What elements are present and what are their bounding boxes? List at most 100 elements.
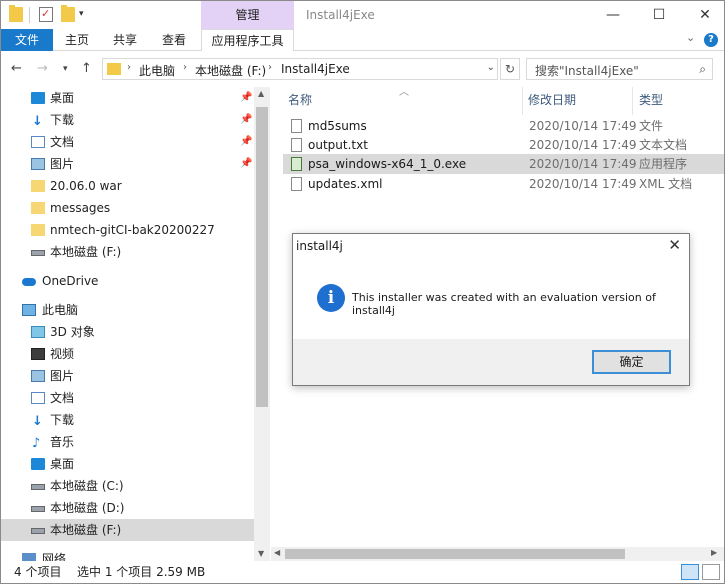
tab-view[interactable]: 查看 (154, 29, 194, 51)
tab-application-tools[interactable]: 应用程序工具 (201, 29, 294, 52)
details-view-icon[interactable] (681, 564, 699, 580)
search-icon: ⌕ (699, 62, 706, 76)
new-folder-icon[interactable] (61, 5, 75, 22)
nav-item-folder-20060-war[interactable]: 20.06.0 war (1, 175, 254, 197)
nav-item-folder-nmtech[interactable]: nmtech-gitCI-bak20200227 (1, 219, 254, 241)
forward-icon[interactable]: → (37, 61, 48, 76)
nav-item-folder-messages[interactable]: messages (1, 197, 254, 219)
file-row-selected[interactable]: psa_windows-x64_1_0.exe 2020/10/14 17:49… (283, 154, 724, 174)
nav-pane-scrollbar[interactable]: ▲ ▼ (254, 87, 270, 561)
breadcrumb-this-pc[interactable]: 此电脑 (139, 62, 175, 79)
breadcrumb-drive-f[interactable]: 本地磁盘 (F:) (195, 62, 266, 79)
tab-share[interactable]: 共享 (105, 29, 145, 51)
dialog-title: install4j (296, 239, 343, 253)
file-list-scrollbar[interactable]: ◀ ▶ (271, 547, 724, 561)
drive-icon (31, 506, 45, 512)
nav-item-label: OneDrive (42, 274, 99, 288)
nav-item-onedrive[interactable]: OneDrive (1, 270, 254, 292)
search-input[interactable]: 搜索"Install4jExe" ⌕ (526, 58, 713, 80)
breadcrumb-separator-icon[interactable]: › (183, 62, 187, 73)
file-date: 2020/10/14 17:49 (529, 119, 637, 133)
help-icon[interactable]: ? (704, 33, 718, 47)
nav-item-drive-f[interactable]: 本地磁盘 (F:) (1, 519, 254, 541)
nav-item-network[interactable]: 网络 (1, 548, 254, 561)
nav-item-videos[interactable]: 视频 (1, 343, 254, 365)
file-row[interactable]: output.txt 2020/10/14 17:49 文本文档 (283, 135, 724, 155)
nav-item-label: 桌面 (50, 457, 75, 471)
nav-item-music[interactable]: ♪ 音乐 (1, 431, 254, 453)
recent-locations-icon[interactable]: ▾ (63, 64, 68, 74)
xml-file-icon (291, 177, 302, 191)
nav-item-desktop-quick[interactable]: 桌面 📌 (1, 87, 254, 109)
scrollbar-thumb[interactable] (256, 107, 268, 407)
drive-icon (31, 484, 45, 490)
up-icon[interactable]: ↑ (81, 61, 92, 76)
sort-ascending-icon: ︿ (399, 87, 409, 98)
back-icon[interactable]: ← (11, 61, 22, 76)
breadcrumb-install4jexe[interactable]: Install4jExe (281, 62, 350, 76)
nav-item-downloads-quick[interactable]: ↓ 下载 📌 (1, 109, 254, 131)
nav-item-3d-objects[interactable]: 3D 对象 (1, 321, 254, 343)
dialog-close-button[interactable]: ✕ (668, 236, 681, 254)
file-name: updates.xml (308, 177, 383, 191)
nav-item-drive-c[interactable]: 本地磁盘 (C:) (1, 475, 254, 497)
3d-objects-icon (31, 326, 45, 338)
file-name: output.txt (308, 138, 368, 152)
nav-item-drive-f-quick[interactable]: 本地磁盘 (F:) (1, 241, 254, 263)
documents-icon (31, 136, 45, 148)
minimize-button[interactable]: — (597, 1, 629, 29)
file-icon (291, 119, 302, 133)
nav-item-documents[interactable]: 文档 (1, 387, 254, 409)
pin-icon[interactable]: 📌 (240, 153, 252, 175)
breadcrumb-separator-icon[interactable]: › (127, 62, 131, 73)
scroll-left-icon[interactable]: ◀ (274, 548, 280, 557)
column-header-type[interactable]: 类型 (639, 87, 663, 113)
explorer-window: ▾ 管理 Install4jExe — ☐ ✕ 文件 主页 共享 查看 应用程序… (0, 0, 725, 584)
nav-item-label: 视频 (50, 347, 75, 361)
nav-item-pictures-quick[interactable]: 图片 📌 (1, 153, 254, 175)
address-dropdown-icon[interactable]: ⌄ (487, 62, 495, 73)
file-row[interactable]: updates.xml 2020/10/14 17:49 XML 文档 (283, 174, 724, 194)
download-icon: ↓ (32, 414, 43, 429)
nav-item-documents-quick[interactable]: 文档 📌 (1, 131, 254, 153)
file-row[interactable]: md5sums 2020/10/14 17:49 文件 (283, 116, 724, 136)
nav-item-this-pc[interactable]: 此电脑 (1, 299, 254, 321)
nav-item-desktop[interactable]: 桌面 (1, 453, 254, 475)
pin-icon[interactable]: 📌 (240, 87, 252, 109)
scroll-right-icon[interactable]: ▶ (711, 548, 717, 557)
nav-item-downloads[interactable]: ↓ 下载 (1, 409, 254, 431)
nav-item-pictures[interactable]: 图片 (1, 365, 254, 387)
nav-item-label: 此电脑 (42, 303, 79, 317)
quick-access-dropdown-icon[interactable]: ▾ (79, 9, 84, 19)
pin-icon[interactable]: 📌 (240, 131, 252, 153)
nav-item-label: 图片 (50, 369, 75, 383)
nav-item-label: 网络 (42, 552, 67, 561)
refresh-button[interactable]: ↻ (500, 58, 520, 80)
ok-button[interactable]: 确定 (592, 350, 671, 374)
close-button[interactable]: ✕ (689, 1, 721, 29)
nav-item-drive-d[interactable]: 本地磁盘 (D:) (1, 497, 254, 519)
scroll-up-icon[interactable]: ▲ (258, 89, 264, 98)
maximize-button[interactable]: ☐ (643, 1, 675, 29)
column-divider[interactable] (522, 87, 523, 115)
column-divider[interactable] (632, 87, 633, 115)
dialog-message: This installer was created with an evalu… (352, 291, 656, 317)
properties-icon[interactable] (39, 7, 53, 22)
folder-icon (31, 224, 45, 236)
scroll-down-icon[interactable]: ▼ (258, 549, 264, 558)
column-header-date[interactable]: 修改日期 (528, 87, 576, 113)
scrollbar-thumb[interactable] (285, 549, 625, 559)
selection-info: 选中 1 个项目 2.59 MB (77, 565, 206, 579)
file-date: 2020/10/14 17:49 (529, 138, 637, 152)
tab-file[interactable]: 文件 (1, 29, 53, 51)
tab-home[interactable]: 主页 (57, 29, 97, 51)
address-row: ← → ▾ ↑ › 此电脑 › 本地磁盘 (F:) › Install4jExe… (1, 51, 724, 87)
large-icons-view-icon[interactable] (702, 564, 720, 580)
pin-icon[interactable]: 📌 (240, 109, 252, 131)
status-bar: 4 个项目 选中 1 个项目 2.59 MB (1, 561, 724, 583)
expand-ribbon-icon[interactable]: ⌄ (686, 31, 695, 44)
column-header-name[interactable]: 名称 (288, 87, 312, 113)
tab-manage[interactable]: 管理 (201, 1, 294, 29)
breadcrumb-separator-icon[interactable]: › (268, 62, 272, 73)
address-bar[interactable]: › 此电脑 › 本地磁盘 (F:) › Install4jExe ⌄ (102, 58, 498, 80)
